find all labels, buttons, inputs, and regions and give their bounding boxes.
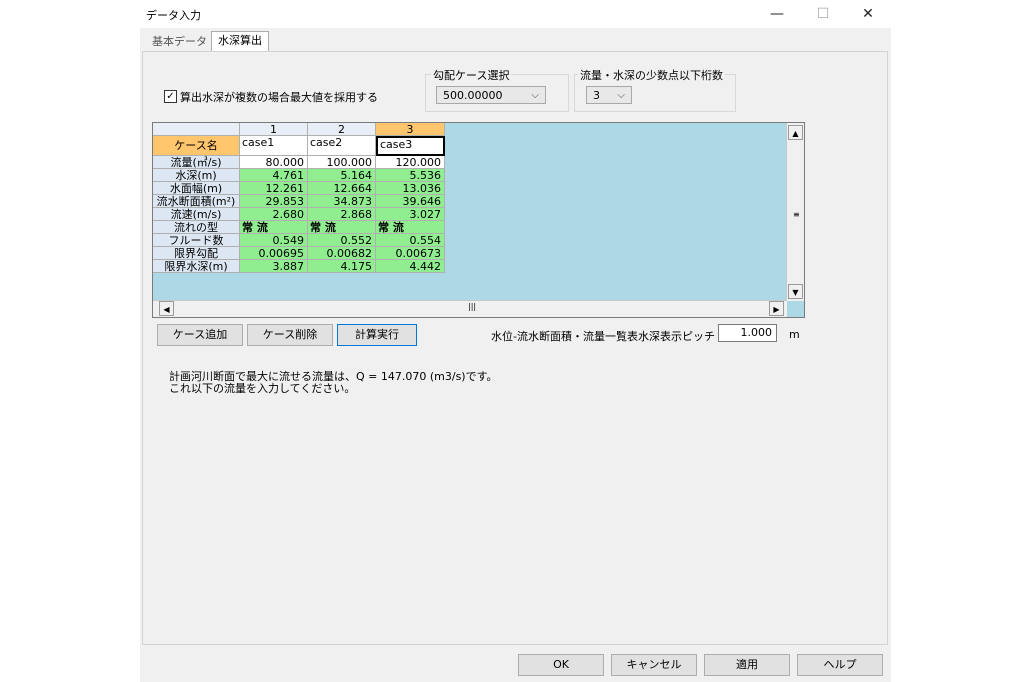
decimals-value: 3 bbox=[593, 89, 600, 102]
slope-case-select[interactable]: 500.00000 ⌵ bbox=[436, 86, 546, 104]
slope-case-group-label: 勾配ケース選択 bbox=[431, 67, 512, 83]
grid-cell[interactable]: 80.000 bbox=[240, 156, 308, 169]
row-header: 流速(m/s) bbox=[153, 208, 240, 221]
ok-button[interactable]: OK bbox=[518, 654, 604, 676]
scroll-left-icon[interactable]: ◀ bbox=[159, 301, 174, 316]
row-header: 水面幅(m) bbox=[153, 182, 240, 195]
slope-case-value: 500.00000 bbox=[443, 89, 503, 102]
grid-cell[interactable]: 0.00673 bbox=[376, 247, 445, 260]
grid-cell[interactable]: 4.761 bbox=[240, 169, 308, 182]
grid-cell[interactable]: 0.00682 bbox=[308, 247, 376, 260]
apply-button[interactable]: 適用 bbox=[704, 654, 790, 676]
grid-cell[interactable]: 3.027 bbox=[376, 208, 445, 221]
grid-cell[interactable]: 100.000 bbox=[308, 156, 376, 169]
row-header: 限界水深(m) bbox=[153, 260, 240, 273]
case-name-cell-1[interactable]: case1 bbox=[240, 136, 308, 156]
grid-cell[interactable]: 0.00695 bbox=[240, 247, 308, 260]
row-header: フルード数 bbox=[153, 234, 240, 247]
grid-cell[interactable]: 常 流 bbox=[308, 221, 376, 234]
add-case-button[interactable]: ケース追加 bbox=[157, 324, 243, 346]
minimize-icon[interactable]: — bbox=[754, 0, 800, 28]
grid-cell[interactable]: 4.175 bbox=[308, 260, 376, 273]
tab-basic-data[interactable]: 基本データ bbox=[146, 33, 213, 51]
grid-cell[interactable]: 4.442 bbox=[376, 260, 445, 273]
calculate-button[interactable]: 計算実行 bbox=[337, 324, 417, 346]
grid-cell[interactable]: 常 流 bbox=[240, 221, 308, 234]
max-value-checkbox-label: 算出水深が複数の場合最大値を採用する bbox=[180, 91, 378, 104]
maximize-icon[interactable]: ☐ bbox=[800, 0, 846, 28]
grid-cell[interactable]: 13.036 bbox=[376, 182, 445, 195]
grid-cell[interactable]: 2.868 bbox=[308, 208, 376, 221]
pitch-input[interactable]: 1.000 bbox=[718, 324, 777, 342]
grid-cell[interactable]: 0.549 bbox=[240, 234, 308, 247]
row-header: 限界勾配 bbox=[153, 247, 240, 260]
scroll-grip-icon[interactable]: ≡ bbox=[793, 210, 800, 219]
help-button[interactable]: ヘルプ bbox=[797, 654, 883, 676]
window-title: データ入力 bbox=[146, 9, 201, 22]
row-header: 流量(㎥/s) bbox=[153, 156, 240, 169]
grid-cell[interactable]: 29.853 bbox=[240, 195, 308, 208]
grid-cell[interactable]: 12.664 bbox=[308, 182, 376, 195]
tab-strip: 基本データ 水深算出 bbox=[140, 28, 891, 53]
decimals-group-label: 流量・水深の少数点以下桁数 bbox=[578, 67, 725, 83]
tab-depth-calc[interactable]: 水深算出 bbox=[211, 31, 269, 53]
message-line-2: これ以下の流量を入力してください。 bbox=[169, 382, 356, 395]
scroll-grip-icon[interactable]: ||| bbox=[468, 302, 476, 311]
grid-vertical-scrollbar[interactable]: ▲ ≡ ▼ bbox=[786, 123, 804, 301]
cancel-button[interactable]: キャンセル bbox=[611, 654, 697, 676]
case-name-cell-2[interactable]: case2 bbox=[308, 136, 376, 156]
grid-corner bbox=[153, 123, 240, 136]
grid-cell[interactable]: 5.164 bbox=[308, 169, 376, 182]
grid-cell[interactable]: 39.646 bbox=[376, 195, 445, 208]
grid-cell[interactable]: 12.261 bbox=[240, 182, 308, 195]
column-header-3[interactable]: 3 bbox=[376, 123, 445, 136]
grid-cell[interactable]: 34.873 bbox=[308, 195, 376, 208]
grid-cell[interactable]: 5.536 bbox=[376, 169, 445, 182]
scroll-up-icon[interactable]: ▲ bbox=[788, 125, 803, 140]
grid-cell[interactable]: 3.887 bbox=[240, 260, 308, 273]
grid-cell[interactable]: 2.680 bbox=[240, 208, 308, 221]
column-header-2[interactable]: 2 bbox=[308, 123, 376, 136]
row-header: 流れの型 bbox=[153, 221, 240, 234]
delete-case-button[interactable]: ケース削除 bbox=[247, 324, 333, 346]
grid-cell[interactable]: 0.552 bbox=[308, 234, 376, 247]
grid-cell[interactable]: 0.554 bbox=[376, 234, 445, 247]
row-header: 流水断面積(m²) bbox=[153, 195, 240, 208]
grid-horizontal-scrollbar[interactable]: ◀ ||| ▶ bbox=[153, 300, 787, 317]
grid-cell[interactable]: 120.000 bbox=[376, 156, 445, 169]
title-bar: データ入力 — ☐ ✕ bbox=[140, 0, 891, 28]
scroll-right-icon[interactable]: ▶ bbox=[769, 301, 784, 316]
row-header-case-name: ケース名 bbox=[153, 136, 240, 156]
chevron-down-icon: ⌵ bbox=[531, 90, 539, 101]
max-value-checkbox[interactable]: ✓ bbox=[164, 90, 177, 103]
row-header: 水深(m) bbox=[153, 169, 240, 182]
pitch-label: 水位-流水断面積・流量一覧表水深表示ピッチ bbox=[491, 330, 715, 343]
chevron-down-icon: ⌵ bbox=[617, 90, 625, 101]
scroll-down-icon[interactable]: ▼ bbox=[788, 284, 803, 299]
case-name-cell-3[interactable]: case3 bbox=[376, 136, 445, 156]
decimals-select[interactable]: 3 ⌵ bbox=[586, 86, 632, 104]
grid-cell[interactable]: 常 流 bbox=[376, 221, 445, 234]
pitch-unit: m bbox=[789, 328, 800, 341]
close-icon[interactable]: ✕ bbox=[845, 0, 891, 28]
column-header-1[interactable]: 1 bbox=[240, 123, 308, 136]
case-data-grid[interactable]: 1 2 3 ケース名 case1 case2 case3 流量(㎥/s) 80.0… bbox=[152, 122, 805, 318]
